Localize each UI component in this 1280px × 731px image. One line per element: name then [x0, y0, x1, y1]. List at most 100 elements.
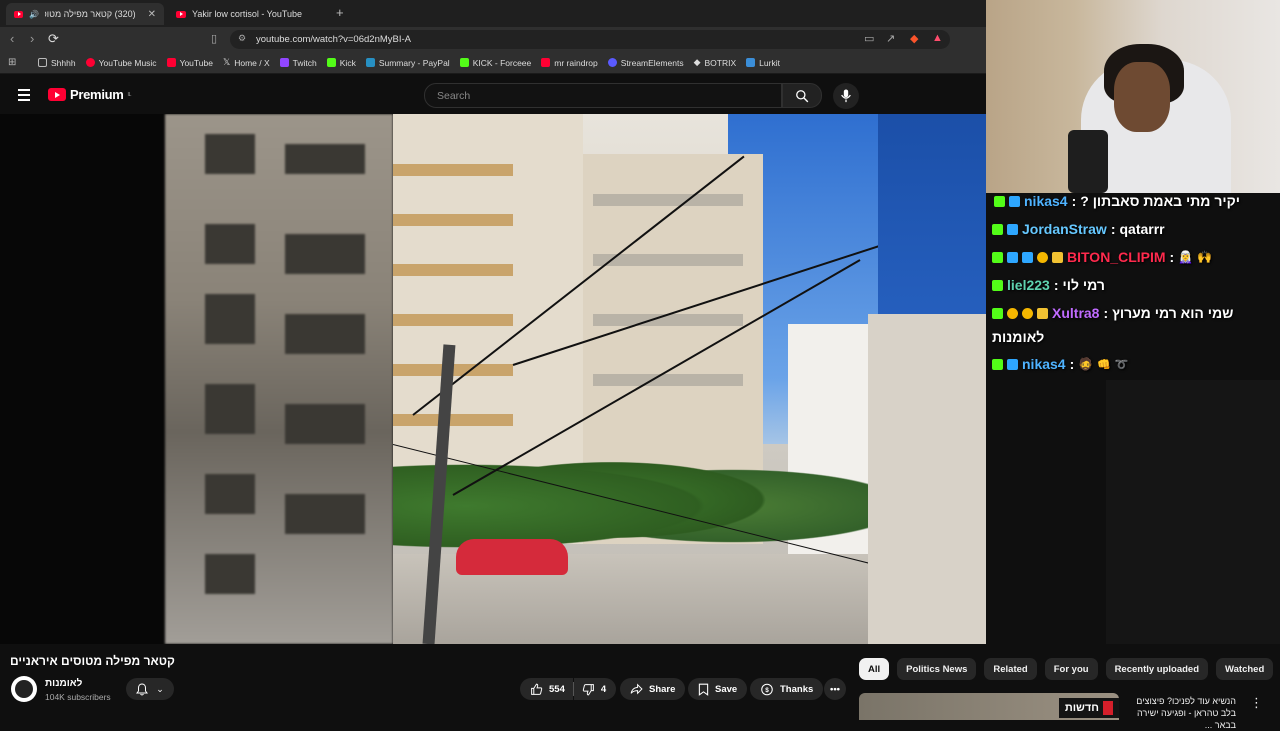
voice-search-button[interactable]: [833, 83, 859, 109]
rewards-icon[interactable]: ▲: [932, 32, 943, 44]
channel-name[interactable]: לאומנות: [45, 678, 82, 689]
channel-tag: חדשות: [1058, 698, 1119, 718]
dislike-button[interactable]: 4: [573, 678, 617, 700]
search-icon: [796, 89, 809, 102]
search-button[interactable]: [782, 83, 822, 108]
bookmark-item[interactable]: KICK - Forceee: [459, 58, 531, 68]
chip-all[interactable]: All: [859, 658, 890, 680]
bookmark-item[interactable]: Summary - PayPal: [365, 58, 450, 68]
like-dislike-group: 554 4: [520, 678, 617, 700]
site-info-icon[interactable]: ⚙: [238, 33, 246, 44]
bell-icon: [136, 682, 149, 695]
bookmark-item[interactable]: YouTube Music: [85, 58, 157, 68]
save-button[interactable]: Save: [688, 678, 748, 700]
share-button[interactable]: Share: [620, 678, 686, 700]
save-button-wrap: Save: [688, 678, 748, 700]
chat-text: לאומנות: [992, 329, 1045, 345]
emote-icon: ➰: [1114, 358, 1129, 371]
recommendation-thumbnail[interactable]: חדשות: [859, 693, 1119, 720]
chip-for-you[interactable]: For you: [1044, 658, 1098, 680]
cube-badge-icon: [1009, 195, 1020, 207]
bookmark-item[interactable]: Twitch: [279, 58, 317, 68]
chip-politics-news[interactable]: Politics News: [897, 658, 977, 680]
chip-related[interactable]: Related: [984, 658, 1037, 680]
chat-username: nikas4: [1022, 356, 1066, 372]
gold-badge-icon: [1022, 307, 1033, 319]
recommendation-chips: All Politics News Related For you Recent…: [859, 658, 1274, 680]
twitch-icon: [279, 58, 289, 67]
forward-icon[interactable]: ›: [30, 31, 34, 46]
chat-text: יקיר מתי באמת סאבתון ?: [1080, 193, 1240, 209]
chip-watched[interactable]: Watched: [1216, 658, 1274, 680]
brave-shield-icon[interactable]: ◆: [910, 32, 918, 45]
kick-badge-icon: [992, 223, 1003, 235]
cast-icon[interactable]: ▭: [864, 32, 874, 45]
mic-icon: [841, 89, 851, 103]
x-logo-icon: 𝕏: [222, 57, 231, 67]
like-button[interactable]: 554: [520, 678, 573, 700]
tab-title: (320) קטאר מפילה מטוסים אי: [45, 9, 136, 19]
news-logo-icon: [1103, 701, 1113, 715]
bookmark-item[interactable]: Lurkit: [746, 58, 780, 68]
chat-username: nikas4: [1024, 193, 1068, 209]
new-tab-button[interactable]: +: [336, 5, 344, 20]
bookmark-icon[interactable]: ▯: [211, 32, 217, 45]
menu-icon[interactable]: [18, 89, 30, 104]
channel-avatar[interactable]: [11, 676, 37, 702]
url-field[interactable]: youtube.com/watch?v=06d2nMyBI-A: [230, 30, 950, 49]
super-thanks-icon: $: [761, 683, 773, 695]
speaker-icon[interactable]: 🔊: [29, 10, 39, 19]
share-icon[interactable]: ↗: [886, 32, 895, 45]
more-actions-wrap: •••: [824, 678, 846, 700]
back-icon[interactable]: ‹: [10, 31, 14, 46]
more-actions-button[interactable]: •••: [824, 678, 846, 700]
chat-username: BITON_CLIPIM: [1067, 249, 1166, 265]
gold-badge-icon: [1037, 251, 1048, 263]
chat-text: רמי לוי: [1062, 277, 1105, 293]
close-tab-icon[interactable]: ✕: [148, 9, 156, 20]
chat-username: liel223: [1007, 277, 1050, 293]
kick-icon: [459, 58, 469, 67]
apps-grid-icon[interactable]: ⊞: [8, 57, 16, 68]
chip-recently-uploaded[interactable]: Recently uploaded: [1105, 658, 1209, 680]
emote-icon: 🙌: [1197, 250, 1213, 264]
bookmark-item[interactable]: 𝕏 Home / X: [223, 57, 270, 68]
save-bookmark-icon: [698, 683, 709, 696]
kick-badge-icon: [992, 251, 1003, 263]
youtube-icon: [166, 58, 176, 67]
search-input[interactable]: Search: [424, 83, 782, 108]
paypal-icon: [365, 58, 375, 67]
recommendation-menu-icon[interactable]: ⋮: [1250, 695, 1263, 711]
bookmark-item[interactable]: Kick: [326, 58, 356, 68]
bookmarks-bar: ⊞ Shhhh YouTube Music YouTube 𝕏 Home / X …: [0, 52, 986, 74]
bookmark-item[interactable]: ◆ BOTRIX: [694, 57, 737, 68]
browser-tab-active[interactable]: 🔊 (320) קטאר מפילה מטוסים אי ✕: [6, 3, 164, 25]
chat-message: JordanStraw : qatarrr: [992, 221, 1165, 237]
tab-title: Yakir low cortisol - YouTube: [192, 9, 303, 19]
subscribed-bell-button[interactable]: ⌄: [126, 678, 174, 700]
chat-message: nikas4 : 🧔 👊 ➰: [992, 356, 1129, 372]
chat-message: BITON_CLIPIM : 🧝‍♀️ 🙌: [992, 249, 1212, 265]
video-player[interactable]: [0, 114, 986, 644]
cube-badge-icon: [1007, 358, 1018, 370]
thanks-button[interactable]: $ Thanks: [750, 678, 824, 700]
thumbs-down-icon: [582, 683, 594, 695]
bookmark-item[interactable]: StreamElements: [607, 58, 684, 68]
browser-tab-bar: 🔊 (320) קטאר מפילה מטוסים אי ✕ Yakir low…: [0, 0, 986, 27]
recommendation-title[interactable]: הנשיא עוד לפניכו? פיצוצים בלב טהראן - ופ…: [1124, 695, 1236, 731]
emote-icon: 🧔: [1078, 357, 1094, 371]
video-title: קטאר מפילה מטוסים איראניים: [10, 654, 175, 668]
chat-text: qatarrr: [1119, 221, 1165, 237]
emote-icon: 🧝‍♀️: [1178, 250, 1194, 264]
crown-badge-icon: [1037, 307, 1048, 319]
kick-badge-icon: [992, 307, 1003, 319]
bookmark-item[interactable]: mr raindrop: [541, 58, 598, 68]
bookmark-item[interactable]: YouTube: [166, 58, 213, 68]
kick-badge-icon: [992, 279, 1003, 291]
reload-icon[interactable]: ⟳: [48, 31, 59, 47]
browser-tab[interactable]: Yakir low cortisol - YouTube: [168, 3, 328, 25]
bookmark-item[interactable]: Shhhh: [38, 58, 76, 68]
youtube-icon: [541, 58, 551, 67]
youtube-premium-logo[interactable]: Premium IL: [48, 87, 131, 102]
crown-badge-icon: [1052, 251, 1063, 263]
